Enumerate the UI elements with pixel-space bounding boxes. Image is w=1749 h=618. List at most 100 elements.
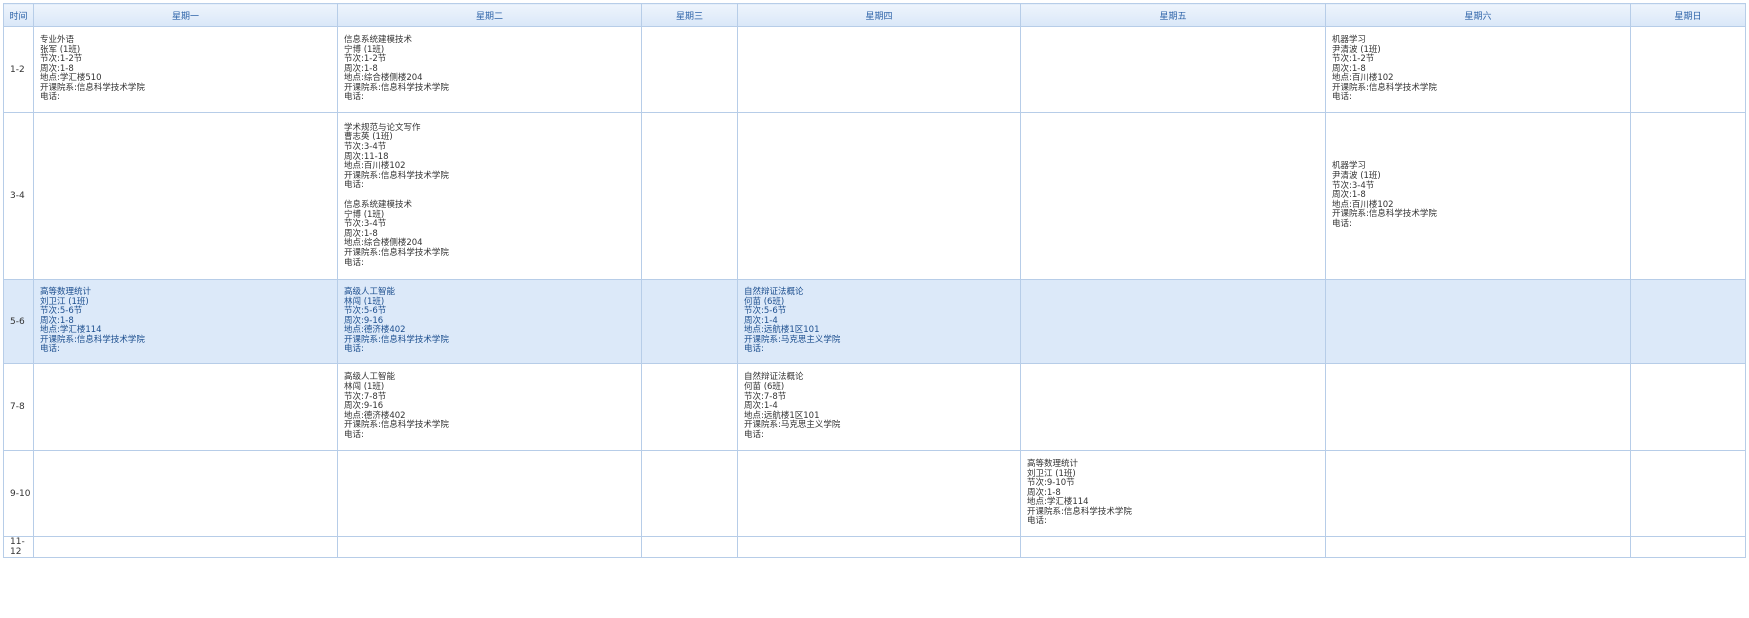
schedule-cell — [1630, 450, 1746, 537]
time-slot-label: 11-12 — [3, 536, 34, 558]
schedule-cell[interactable]: 学术规范与论文写作 曹志英 (1班) 节次:3-4节 周次:11-18 地点:百川楼10… — [337, 112, 642, 280]
header-day-sunday[interactable]: 星期日 — [1630, 3, 1746, 27]
schedule-cell[interactable]: 专业外语 张军 (1班) 节次:1-2节 周次:1-8 地点:学汇楼510 开课院系:信息… — [33, 26, 338, 113]
course-phone: 电话: — [344, 92, 364, 103]
schedule-cell — [1325, 279, 1631, 364]
schedule-cell — [641, 450, 738, 537]
course-entry[interactable]: 机器学习 尹清波 (1班) 节次:3-4节 周次:1-8 地点:百川楼102 开课院系:信… — [1332, 162, 1624, 229]
course-name: 高级人工智能 — [344, 372, 396, 383]
time-slot-label: 9-10 — [3, 450, 34, 537]
course-dept: 开课院系:信息科学技术学院 — [344, 334, 449, 345]
course-dept: 开课院系:信息科学技术学院 — [1332, 209, 1437, 220]
course-phone: 电话: — [344, 429, 364, 440]
time-slot-label: 1-2 — [3, 26, 34, 113]
course-section: 节次:3-4节 — [1332, 180, 1375, 191]
course-dept: 开课院系:马克思主义学院 — [744, 420, 841, 431]
course-entry[interactable]: 信息系统建模技术 宁博 (1班) 节次:3-4节 周次:1-8 地点:综合楼侧楼204 开… — [344, 200, 635, 268]
schedule-cell — [1325, 450, 1631, 537]
header-day-wednesday[interactable]: 星期三 — [641, 3, 738, 27]
schedule-cell — [1630, 26, 1746, 113]
course-name: 高级人工智能 — [344, 286, 396, 297]
schedule-cell — [737, 450, 1021, 537]
schedule-cell[interactable]: 高等数理统计 刘卫江 (1班) 节次:9-10节 周次:1-8 地点:学汇楼114 开课院… — [1020, 450, 1326, 537]
course-dept: 开课院系:信息科学技术学院 — [40, 82, 145, 93]
schedule-cell — [1630, 112, 1746, 280]
schedule-cell — [33, 363, 338, 451]
course-name: 自然辩证法概论 — [744, 286, 804, 297]
course-dept: 开课院系:马克思主义学院 — [744, 334, 841, 345]
schedule-cell — [1020, 112, 1326, 280]
course-name: 信息系统建模技术 — [344, 200, 413, 210]
header-day-saturday[interactable]: 星期六 — [1325, 3, 1631, 27]
course-phone: 电话: — [40, 344, 60, 355]
header-day-friday[interactable]: 星期五 — [1020, 3, 1326, 27]
course-name: 信息系统建模技术 — [344, 34, 413, 45]
course-teacher: 林闯 (1班) — [344, 382, 385, 393]
schedule-cell — [737, 112, 1021, 280]
schedule-cell — [1325, 363, 1631, 451]
course-phone: 电话: — [744, 344, 764, 355]
course-section: 节次:7-8节 — [344, 391, 387, 402]
header-day-monday[interactable]: 星期一 — [33, 3, 338, 27]
schedule-cell[interactable]: 自然辩证法概论 何苗 (6班) 节次:7-8节 周次:1-4 地点:远航楼1区101 开课… — [737, 363, 1021, 451]
schedule-cell[interactable]: 自然辩证法概论 何苗 (6班) 节次:5-6节 周次:1-4 地点:远航楼1区101 开课… — [737, 279, 1021, 364]
course-entry[interactable]: 信息系统建模技术 宁博 (1班) 节次:1-2节 周次:1-8 地点:综合楼侧楼204 开… — [344, 34, 635, 103]
course-phone: 电话: — [344, 257, 364, 268]
course-phone: 电话: — [344, 180, 364, 191]
time-slot-label: 7-8 — [3, 363, 34, 451]
schedule-cell — [641, 363, 738, 451]
schedule-cell[interactable]: 高级人工智能 林闯 (1班) 节次:5-6节 周次:9-16 地点:德济楼402 开课院系… — [337, 279, 642, 364]
schedule-cell — [641, 112, 738, 280]
course-teacher: 尹清波 (1班) — [1332, 171, 1381, 182]
time-slot-label: 5-6 — [3, 279, 34, 364]
schedule-cell[interactable]: 信息系统建模技术 宁博 (1班) 节次:1-2节 周次:1-8 地点:综合楼侧楼204 开… — [337, 26, 642, 113]
course-teacher: 曹志英 (1班) — [344, 132, 393, 143]
course-dept: 开课院系:信息科学技术学院 — [344, 420, 449, 431]
course-entry[interactable]: 高等数理统计 刘卫江 (1班) 节次:9-10节 周次:1-8 地点:学汇楼114 开课院… — [1027, 459, 1319, 527]
schedule-cell — [1020, 279, 1326, 364]
course-teacher: 刘卫江 (1班) — [40, 296, 89, 307]
schedule-cell — [1020, 363, 1326, 451]
course-section: 节次:1-2节 — [344, 54, 387, 65]
course-entry[interactable]: 学术规范与论文写作 曹志英 (1班) 节次:3-4节 周次:11-18 地点:百川楼10… — [344, 123, 635, 191]
course-teacher: 林闯 (1班) — [344, 296, 385, 307]
course-section: 节次:1-2节 — [40, 54, 83, 65]
schedule-cell[interactable]: 机器学习 尹清波 (1班) 节次:1-2节 周次:1-8 地点:百川楼102 开课院系:信… — [1325, 26, 1631, 113]
weekly-schedule-table: 时间 星期一 星期二 星期三 星期四 星期五 星期六 星期日 1-2 专业外语 张军… — [3, 3, 1746, 558]
course-dept: 开课院系:信息科学技术学院 — [1027, 506, 1132, 517]
course-entry[interactable]: 高等数理统计 刘卫江 (1班) 节次:5-6节 周次:1-8 地点:学汇楼114 开课院系… — [40, 287, 331, 355]
course-section: 节次:3-4节 — [344, 219, 387, 230]
schedule-cell[interactable]: 高级人工智能 林闯 (1班) 节次:7-8节 周次:9-16 地点:德济楼402 开课院系… — [337, 363, 642, 451]
course-phone: 电话: — [40, 92, 60, 103]
schedule-container: 时间 星期一 星期二 星期三 星期四 星期五 星期六 星期日 1-2 专业外语 张军… — [3, 3, 1746, 615]
schedule-row: 11-12 — [3, 536, 1746, 558]
course-entry[interactable]: 专业外语 张军 (1班) 节次:1-2节 周次:1-8 地点:学汇楼510 开课院系:信息… — [40, 35, 331, 103]
course-teacher: 宁博 (1班) — [344, 209, 385, 220]
course-phone: 电话: — [1332, 218, 1352, 229]
course-section: 节次:9-10节 — [1027, 478, 1075, 489]
course-dept: 开课院系:信息科学技术学院 — [344, 82, 449, 93]
course-dept: 开课院系:信息科学技术学院 — [1332, 82, 1437, 93]
course-dept: 开课院系:信息科学技术学院 — [40, 334, 145, 345]
header-day-thursday[interactable]: 星期四 — [737, 3, 1021, 27]
course-teacher: 尹清波 (1班) — [1332, 44, 1381, 55]
course-entry[interactable]: 高级人工智能 林闯 (1班) 节次:7-8节 周次:9-16 地点:德济楼402 开课院系… — [344, 373, 635, 440]
schedule-cell — [33, 112, 338, 280]
schedule-cell — [737, 26, 1021, 113]
schedule-cell[interactable]: 机器学习 尹清波 (1班) 节次:3-4节 周次:1-8 地点:百川楼102 开课院系:信… — [1325, 112, 1631, 280]
schedule-cell — [33, 536, 338, 558]
course-entry[interactable]: 机器学习 尹清波 (1班) 节次:1-2节 周次:1-8 地点:百川楼102 开课院系:信… — [1332, 35, 1624, 103]
course-section: 节次:1-2节 — [1332, 54, 1375, 65]
schedule-cell[interactable]: 高等数理统计 刘卫江 (1班) 节次:5-6节 周次:1-8 地点:学汇楼114 开课院系… — [33, 279, 338, 364]
course-entry[interactable]: 自然辩证法概论 何苗 (6班) 节次:5-6节 周次:1-4 地点:远航楼1区101 开课… — [744, 286, 1014, 355]
course-entry[interactable]: 自然辩证法概论 何苗 (6班) 节次:7-8节 周次:1-4 地点:远航楼1区101 开课… — [744, 373, 1014, 440]
course-teacher: 张军 (1班) — [40, 44, 81, 55]
course-name: 自然辩证法概论 — [744, 372, 804, 383]
course-section: 节次:7-8节 — [744, 391, 787, 402]
course-entry[interactable]: 高级人工智能 林闯 (1班) 节次:5-6节 周次:9-16 地点:德济楼402 开课院系… — [344, 286, 635, 355]
schedule-cell — [641, 26, 738, 113]
course-section: 节次:5-6节 — [744, 306, 787, 317]
header-day-tuesday[interactable]: 星期二 — [337, 3, 642, 27]
schedule-row: 5-6 高等数理统计 刘卫江 (1班) 节次:5-6节 周次:1-8 地点:学汇楼114 开… — [3, 279, 1746, 364]
schedule-row: 7-8 高级人工智能 林闯 (1班) 节次:7-8节 周次:9-16 地点:德济楼402 开… — [3, 363, 1746, 451]
